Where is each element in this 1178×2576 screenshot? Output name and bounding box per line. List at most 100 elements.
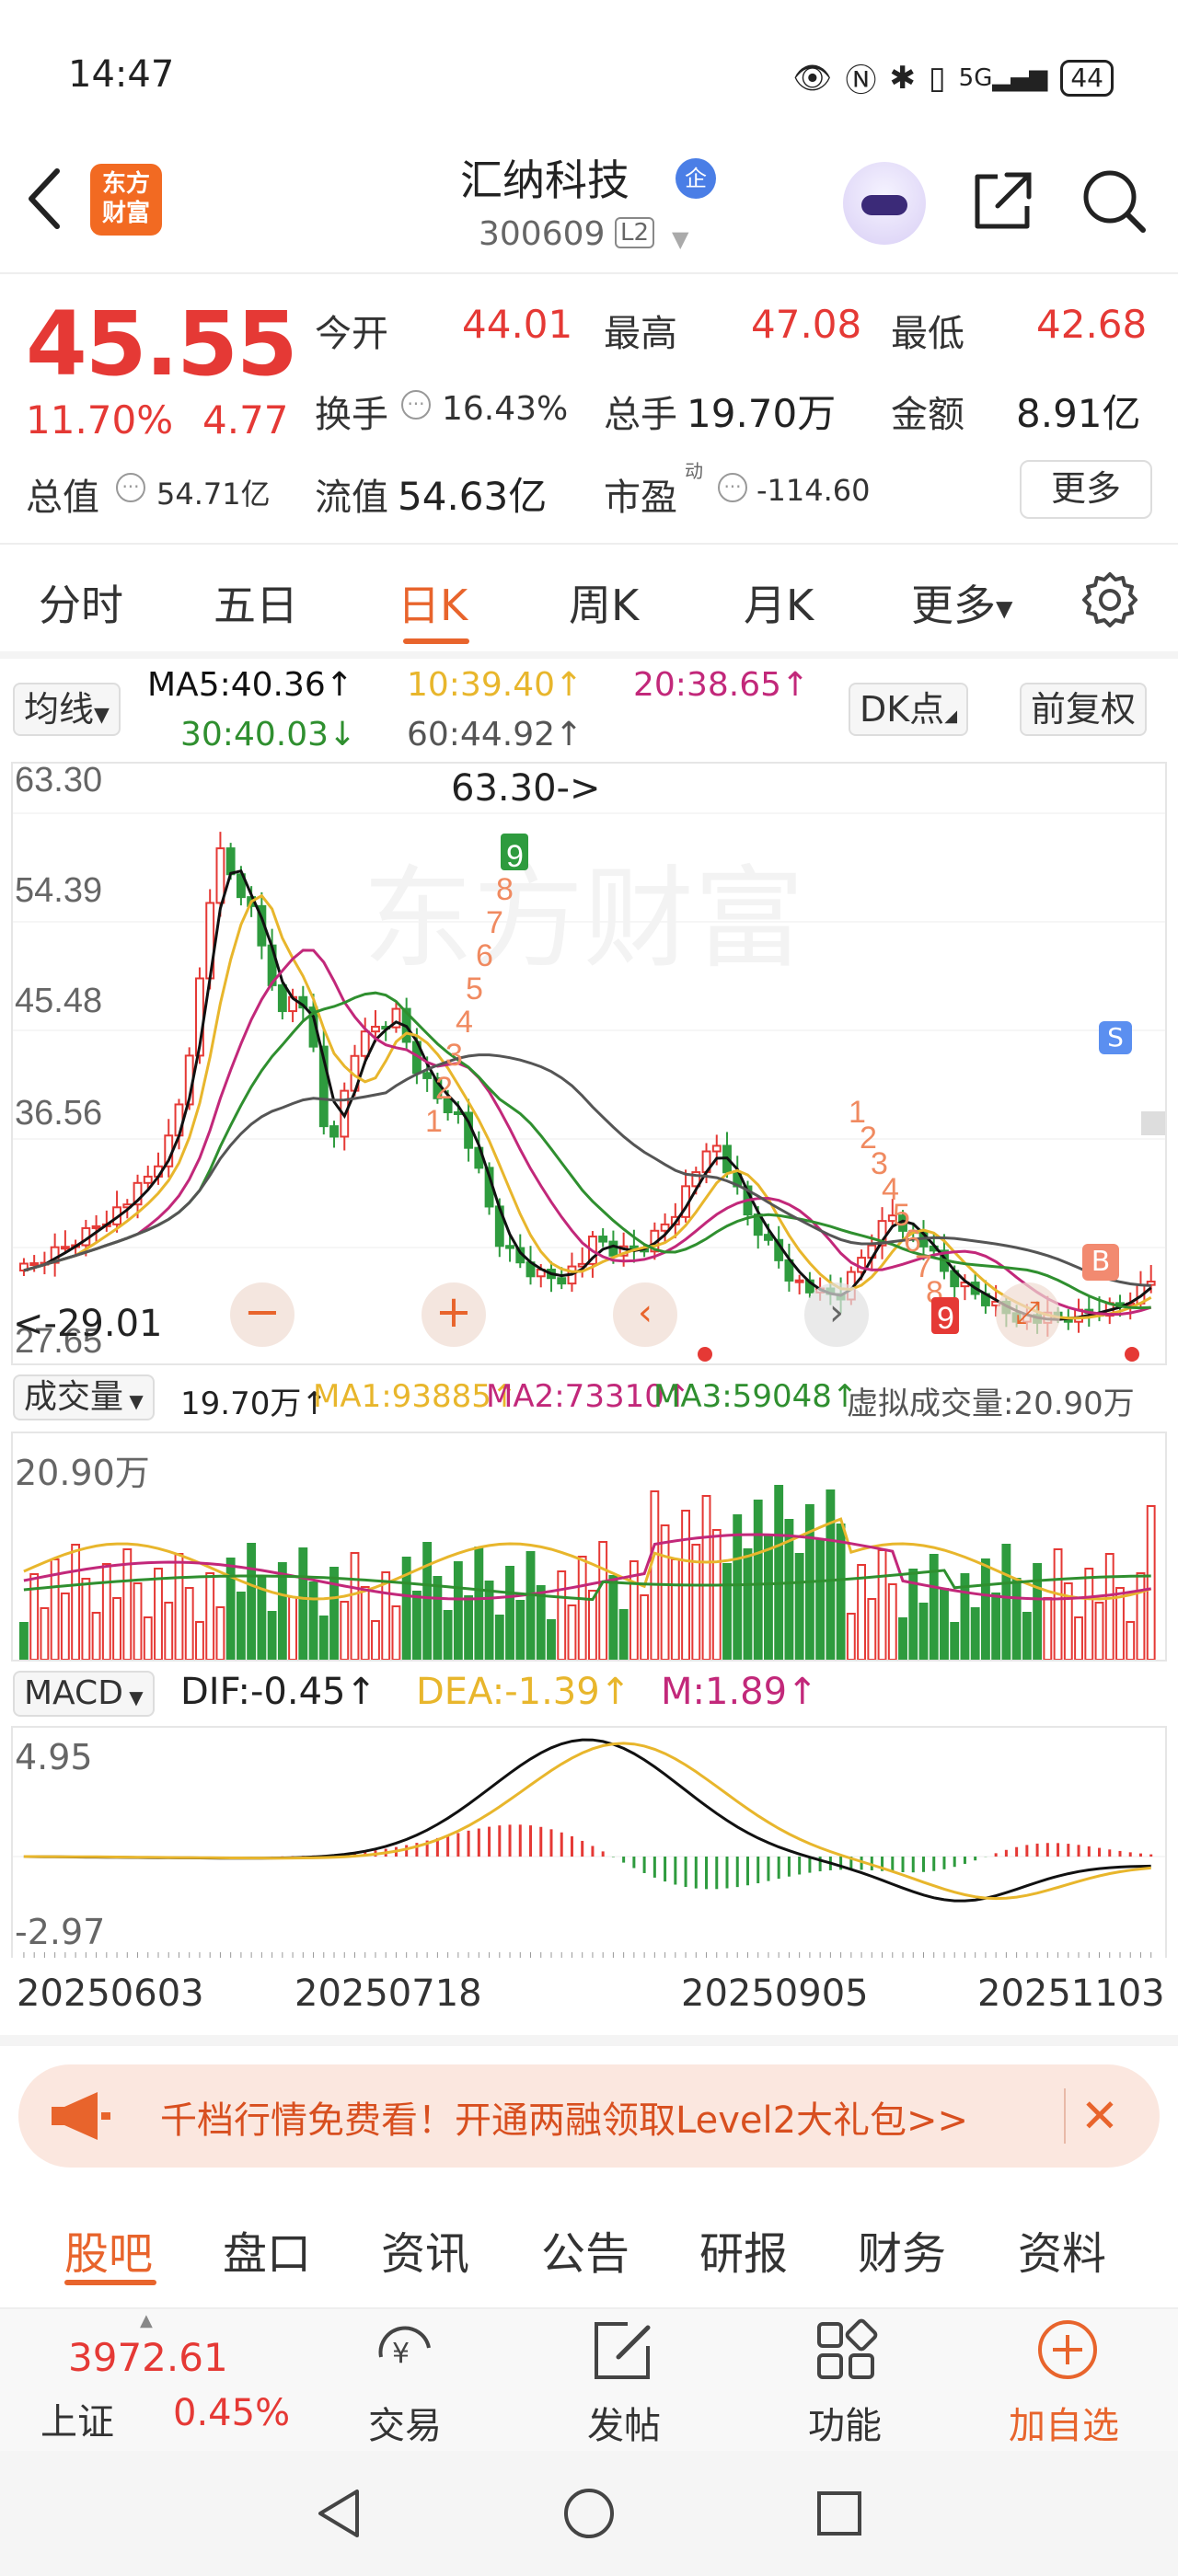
tab-profile[interactable]: 资料: [1018, 2217, 1106, 2282]
date-label: 20250718: [294, 1972, 482, 2015]
volume-bar: [288, 1596, 298, 1661]
caret-down-icon[interactable]: ▼: [672, 226, 688, 252]
close-icon[interactable]: ✕: [1080, 2090, 1119, 2142]
volume-bar: [350, 1552, 360, 1661]
kline-chart[interactable]: 东方财富 63.30 54.39 45.48 36.56 27.65 123456789…: [11, 761, 1167, 1365]
fullscreen-button[interactable]: ⤢: [996, 1282, 1060, 1347]
trade-label[interactable]: 交易: [368, 2396, 442, 2449]
nav-recent-icon[interactable]: [814, 2488, 865, 2539]
volume-bar: [494, 1615, 504, 1661]
info-icon[interactable]: ···: [401, 390, 431, 420]
share-icon[interactable]: [970, 169, 1034, 234]
candle-body: [598, 1236, 608, 1243]
mcap-label: 总值: [26, 477, 99, 519]
nav-home-icon[interactable]: [561, 2486, 617, 2541]
volume-bar: [1043, 1597, 1053, 1661]
volume-bar: [794, 1553, 804, 1661]
post-label[interactable]: 发帖: [587, 2396, 661, 2449]
volume-bar: [588, 1590, 597, 1661]
scroll-left-button[interactable]: ‹: [613, 1282, 677, 1347]
volume-bar: [40, 1607, 50, 1661]
nav-back-icon[interactable]: [313, 2486, 364, 2541]
stock-code[interactable]: 300609: [479, 215, 605, 253]
tab-news[interactable]: 资讯: [381, 2217, 469, 2282]
open-label: 今开: [315, 313, 388, 355]
volume-bar: [101, 1563, 111, 1661]
tab-monthly-k[interactable]: 月K: [744, 572, 814, 633]
scroll-right-button[interactable]: ›: [804, 1282, 869, 1347]
caret-up-icon: ▲: [140, 2311, 153, 2330]
volume-chart[interactable]: 20.90万: [11, 1432, 1167, 1662]
adjust-dropdown[interactable]: 前复权: [1020, 683, 1148, 736]
low-label: 最低: [891, 313, 964, 355]
ma-type-dropdown[interactable]: 均线▼: [13, 683, 121, 736]
tab-guba[interactable]: 股吧: [64, 2217, 153, 2282]
volume-bar: [980, 1558, 990, 1661]
date-label: 20250905: [681, 1972, 869, 2015]
volume-bar: [371, 1620, 380, 1661]
kline-canvas: 东方财富 63.3054.3945.4836.5627.65 123456789…: [13, 761, 1165, 1361]
volume-bar: [1094, 1602, 1104, 1661]
divider: [1064, 2088, 1066, 2144]
tab-research[interactable]: 研报: [699, 2217, 788, 2282]
compose-icon[interactable]: [591, 2318, 655, 2383]
candle-body: [764, 1234, 773, 1241]
volume-bar: [484, 1581, 494, 1661]
virtual-volume: 虚拟成交量:20.90万: [847, 1386, 1135, 1422]
level2-badge: L2: [615, 217, 655, 248]
chart-edge-handle[interactable]: [1141, 1111, 1165, 1135]
y-axis-label: 63.30: [15, 764, 102, 799]
ma30-value: 30:40.03↓: [180, 716, 357, 753]
ma5-value: MA5:40.36↑: [147, 666, 353, 704]
more-quote-button[interactable]: 更多: [1020, 460, 1152, 519]
candle-body: [91, 1225, 101, 1229]
gear-icon[interactable]: [1080, 570, 1139, 629]
change-amount: 4.77: [202, 397, 289, 443]
volume-bar: [267, 1611, 277, 1661]
volume-indicator-dropdown[interactable]: 成交量 ▼: [13, 1374, 155, 1420]
tab-finance[interactable]: 财务: [858, 2217, 946, 2282]
candle-body: [360, 1030, 370, 1057]
apps-grid-icon[interactable]: [814, 2318, 878, 2383]
y-axis-label: 36.56: [15, 1094, 102, 1133]
tab-weekly-k[interactable]: 周K: [569, 572, 639, 633]
tab-five-day[interactable]: 五日: [214, 572, 298, 633]
function-label[interactable]: 功能: [808, 2396, 882, 2449]
volume-bar: [557, 1570, 567, 1661]
sell-signal-badge[interactable]: S: [1099, 1021, 1132, 1054]
macd-indicator-dropdown[interactable]: MACD ▼: [13, 1671, 155, 1717]
chevron-left-icon: [29, 168, 60, 229]
tab-intraday[interactable]: 分时: [39, 572, 123, 633]
index-name[interactable]: 上证: [40, 2392, 114, 2445]
dk-point-dropdown[interactable]: DK点◢: [849, 683, 969, 736]
volume-ma3: MA3:59048↑: [653, 1378, 859, 1415]
trade-icon[interactable]: ¥: [368, 2320, 442, 2385]
zoom-in-button[interactable]: +: [422, 1282, 486, 1347]
info-icon[interactable]: ···: [116, 473, 145, 502]
promo-text[interactable]: 千档行情免费看！开通两融领取Level2大礼包>>: [160, 2090, 968, 2144]
back-button[interactable]: [22, 166, 77, 239]
volume-bar: [722, 1563, 732, 1661]
add-watchlist-icon[interactable]: [1034, 2317, 1101, 2383]
volume-bar: [60, 1593, 70, 1661]
volume-bar: [1126, 1621, 1136, 1661]
y-axis-label: 45.48: [15, 982, 102, 1020]
add-watchlist-label[interactable]: 加自选: [1009, 2396, 1119, 2449]
volume-bar: [1022, 1612, 1032, 1661]
candle-body: [215, 847, 225, 904]
index-value[interactable]: 3972.61: [68, 2335, 228, 2380]
volume-bar: [215, 1606, 225, 1661]
index-change[interactable]: 0.45%: [173, 2392, 290, 2434]
macd-chart[interactable]: 4.95 -2.97: [11, 1726, 1167, 1958]
buy-signal-badge[interactable]: B: [1082, 1244, 1119, 1281]
search-icon[interactable]: [1079, 166, 1149, 236]
tab-pankou[interactable]: 盘口: [223, 2217, 311, 2282]
zoom-out-button[interactable]: −: [230, 1282, 294, 1347]
volume-bar: [133, 1582, 143, 1661]
tab-daily-k[interactable]: 日K: [398, 572, 468, 633]
info-icon[interactable]: ···: [718, 473, 747, 502]
tab-more-periods[interactable]: 更多▼: [911, 572, 1012, 633]
brand-logo[interactable]: 东方财富: [90, 164, 162, 236]
tab-announcements[interactable]: 公告: [541, 2217, 629, 2282]
td-count: 5: [466, 972, 483, 1006]
